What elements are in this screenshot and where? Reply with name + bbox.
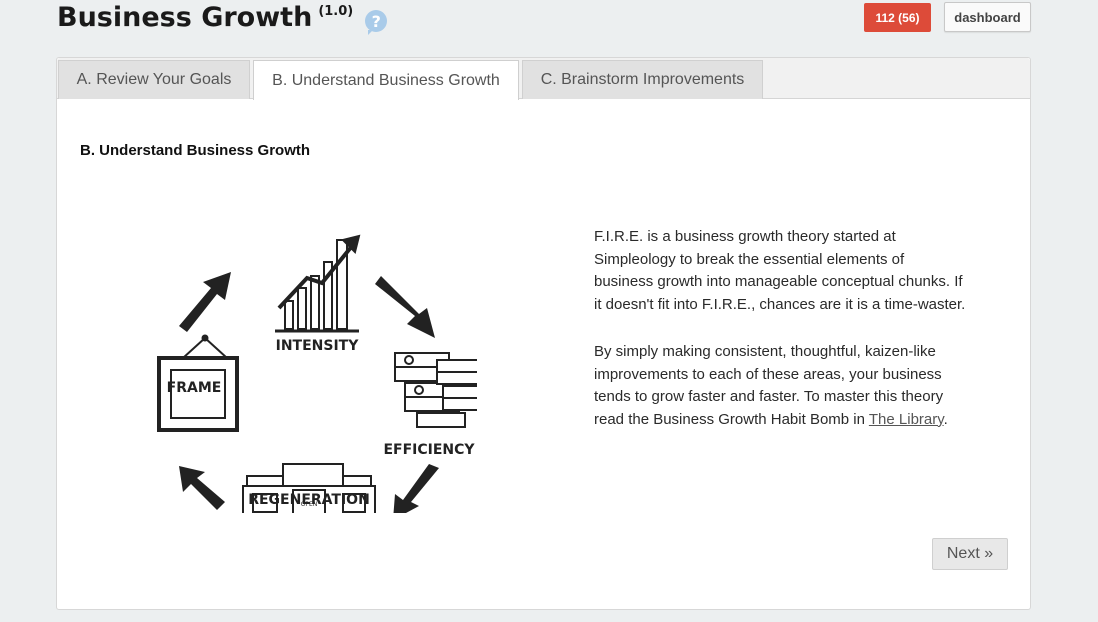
points-badge[interactable]: 112 (56) <box>864 3 931 32</box>
content-card: A. Review Your Goals B. Understand Busin… <box>56 57 1031 610</box>
frame-label: FRAME <box>167 380 222 396</box>
page-title: Business Growth (1.0) ? <box>57 2 388 35</box>
tab-bar: A. Review Your Goals B. Understand Busin… <box>57 58 1030 100</box>
dashboard-button[interactable]: dashboard <box>944 2 1031 32</box>
version-label: (1.0) <box>318 4 354 19</box>
tab-brainstorm[interactable]: C. Brainstorm Improvements <box>522 60 763 99</box>
description: F.I.R.E. is a business growth theory sta… <box>594 226 966 456</box>
paragraph-kaizen: By simply making consistent, thoughtful,… <box>594 341 966 431</box>
regeneration-label: REGENERATION <box>248 492 370 508</box>
tab-understand-growth[interactable]: B. Understand Business Growth <box>253 60 519 100</box>
paragraph-kaizen-end: . <box>943 410 948 428</box>
next-button[interactable]: Next » <box>932 538 1008 570</box>
help-icon[interactable]: ? <box>365 10 388 35</box>
tab-review-goals[interactable]: A. Review Your Goals <box>58 60 250 99</box>
paragraph-fire: F.I.R.E. is a business growth theory sta… <box>594 228 966 313</box>
section-heading: B. Understand Business Growth <box>80 142 311 159</box>
title-text: Business Growth <box>57 2 313 33</box>
library-link[interactable]: The Library <box>869 411 944 428</box>
diagram-labels: FRAME REGENERATION <box>167 380 370 508</box>
